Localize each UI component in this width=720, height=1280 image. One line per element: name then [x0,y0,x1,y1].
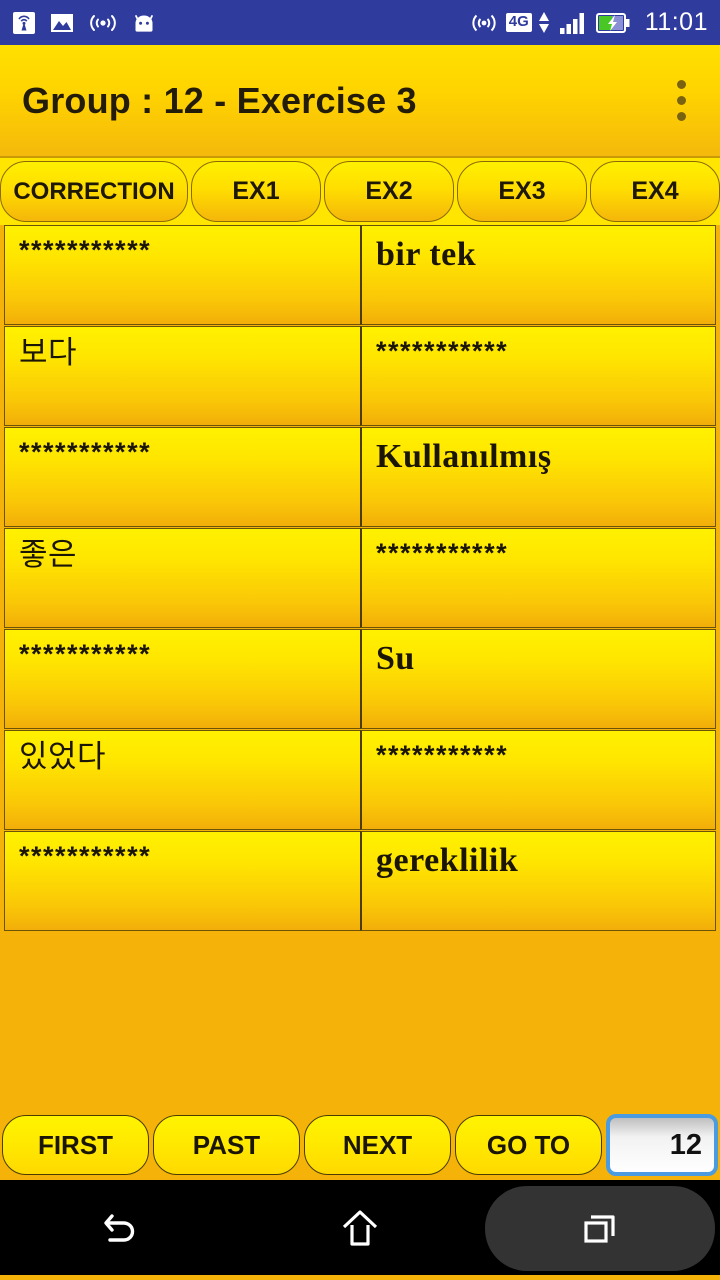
next-button[interactable]: NEXT [304,1115,451,1175]
past-button[interactable]: PAST [153,1115,300,1175]
table-cell-right[interactable]: bir tek [360,225,716,325]
tab-bar: CORRECTION EX1 EX2 EX3 EX4 [0,158,720,225]
cell-text: *********** [376,336,509,366]
wifi-waves-icon [90,14,116,31]
cell-text: *********** [19,437,152,467]
nav-back-button[interactable] [0,1180,240,1275]
table-cell-right[interactable]: Su [360,629,716,729]
status-bar-left-icons [12,11,156,35]
tab-correction[interactable]: CORRECTION [0,161,188,222]
hotspot-icon [472,14,496,31]
overflow-menu-icon[interactable] [664,75,698,127]
table-row[interactable]: 있었다 *********** [0,730,720,831]
broadcast-tower-icon [13,11,35,34]
table-cell-left[interactable]: 있었다 [4,730,360,830]
nav-recents-button[interactable] [480,1180,720,1275]
status-bar-right-icons: 4G 11:01 [471,8,708,37]
table-cell-left[interactable]: *********** [4,225,360,325]
table-row[interactable]: *********** Kullanılmış [0,427,720,528]
table-row[interactable]: *********** Su [0,629,720,730]
overflow-dot [676,80,686,89]
table-cell-left[interactable]: 보다 [4,326,360,426]
goto-button[interactable]: GO TO [455,1115,602,1175]
data-transfer-arrows-icon [538,12,550,33]
table-row[interactable]: 좋은 *********** [0,528,720,629]
cell-text: *********** [376,538,509,568]
table-cell-left[interactable]: 좋은 [4,528,360,628]
first-button[interactable]: FIRST [2,1115,149,1175]
table-cell-right[interactable]: gereklilik [360,831,716,931]
tab-ex2[interactable]: EX2 [324,161,454,222]
table-row[interactable]: 보다 *********** [0,326,720,427]
cell-text: gereklilik [376,842,519,879]
signal-bars-icon [559,12,584,34]
table-cell-right[interactable]: *********** [360,528,716,628]
page-title: Group : 12 - Exercise 3 [22,79,417,121]
android-nav-bar [0,1180,720,1275]
pagination-bar: FIRST PAST NEXT GO TO 12 [0,1110,720,1180]
table-row[interactable]: *********** gereklilik [0,831,720,932]
status-bar: 4G 11:01 [0,0,720,45]
cell-text: Su [376,640,415,677]
status-bar-clock: 11:01 [644,8,708,36]
table-cell-left[interactable]: *********** [4,427,360,527]
overflow-dot [676,96,686,105]
table-cell-left[interactable]: *********** [4,629,360,729]
android-robot-icon [135,14,153,32]
back-icon [104,1213,135,1242]
cell-text: 있었다 [19,739,107,775]
cell-text: *********** [19,841,152,871]
cell-text: *********** [19,639,152,669]
battery-charging-icon [595,12,630,33]
table-row[interactable]: *********** bir tek [0,225,720,326]
exercise-table: *********** bir tek 보다 *********** *****… [0,225,720,932]
tab-ex3[interactable]: EX3 [457,161,587,222]
empty-area [0,932,720,1110]
tab-ex1[interactable]: EX1 [191,161,321,222]
table-cell-right[interactable]: *********** [360,730,716,830]
photo-icon [51,13,73,32]
cell-text: bir tek [376,236,477,273]
cell-text: Kullanılmış [376,438,552,475]
page-number-input[interactable]: 12 [606,1114,718,1176]
recents-icon [584,1214,615,1243]
nav-home-button[interactable] [240,1180,480,1275]
table-cell-left[interactable]: *********** [4,831,360,931]
tab-ex4[interactable]: EX4 [590,161,720,222]
network-4g-icon: 4G [505,13,532,32]
table-cell-right[interactable]: *********** [360,326,716,426]
cell-text: *********** [19,235,152,265]
overflow-dot [676,112,686,121]
cell-text: 좋은 [19,537,78,573]
table-cell-right[interactable]: Kullanılmış [360,427,716,527]
cell-text: *********** [376,740,509,770]
home-icon [342,1209,378,1246]
cell-text: 보다 [19,335,78,371]
app-header: Group : 12 - Exercise 3 [0,45,720,158]
